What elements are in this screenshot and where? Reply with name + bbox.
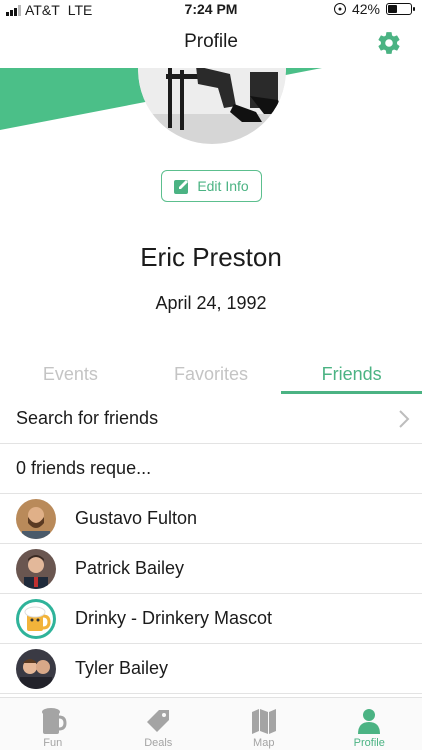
tabbar-profile[interactable]: Profile (317, 698, 422, 750)
battery-icon (386, 3, 415, 15)
friend-requests-label: 0 friends reque... (16, 458, 152, 478)
bottom-tab-bar: Fun Deals Map Profile (0, 697, 422, 750)
edit-info-button[interactable]: Edit Info (161, 170, 262, 202)
tabbar-deals[interactable]: Deals (106, 698, 212, 750)
status-bar: AT&T LTE 7:24 PM ● 42% (0, 0, 422, 20)
battery-percent: 42% (351, 1, 380, 17)
tab-favorites[interactable]: Favorites (141, 358, 282, 394)
page-title: Profile (184, 31, 238, 52)
list-item[interactable]: Patrick Bailey (0, 544, 422, 594)
friend-name: Patrick Bailey (75, 558, 185, 578)
avatar (16, 498, 56, 539)
avatar-photo (138, 68, 286, 144)
nav-bar: Profile (0, 20, 422, 66)
tab-events[interactable]: Events (0, 358, 141, 394)
avatar (16, 648, 56, 689)
tab-friends[interactable]: Friends (281, 358, 422, 394)
tabbar-map[interactable]: Map (211, 698, 317, 750)
list-item[interactable]: Drinky - Drinkery Mascot (0, 594, 422, 644)
gear-icon[interactable] (376, 30, 402, 56)
person-icon (358, 709, 381, 734)
profile-tabs: Events Favorites Friends (0, 358, 422, 394)
tabbar-map-label: Map (253, 737, 275, 749)
rotation-lock-icon: ● (333, 3, 346, 15)
avatar (16, 548, 56, 589)
search-friends-row[interactable]: Search for friends (0, 394, 422, 444)
edit-info-label: Edit Info (197, 178, 249, 194)
tag-icon (147, 710, 170, 732)
tabbar-fun-label: Fun (43, 737, 63, 749)
map-icon (251, 709, 276, 734)
tabbar-fun[interactable]: Fun (0, 698, 106, 750)
list-item[interactable]: Gustavo Fulton (0, 494, 422, 544)
tabbar-profile-label: Profile (353, 737, 385, 749)
avatar (16, 598, 56, 639)
friend-name: Gustavo Fulton (75, 508, 198, 528)
status-right: ● 42% (333, 1, 415, 17)
friend-name: Tyler Bailey (75, 658, 169, 678)
beer-mug-icon (41, 708, 67, 734)
friend-requests-row[interactable]: 0 friends reque... (0, 444, 422, 494)
list-item[interactable]: Tyler Bailey (0, 644, 422, 694)
tabbar-deals-label: Deals (144, 737, 173, 749)
search-friends-label: Search for friends (16, 408, 159, 428)
friend-name: Drinky - Drinkery Mascot (75, 608, 273, 628)
profile-name: Eric Preston (140, 242, 282, 272)
profile-avatar (138, 68, 286, 144)
chevron-right-icon (399, 410, 410, 428)
profile-dob: April 24, 1992 (155, 293, 267, 313)
battery-fill (388, 5, 397, 13)
edit-icon (174, 180, 189, 194)
